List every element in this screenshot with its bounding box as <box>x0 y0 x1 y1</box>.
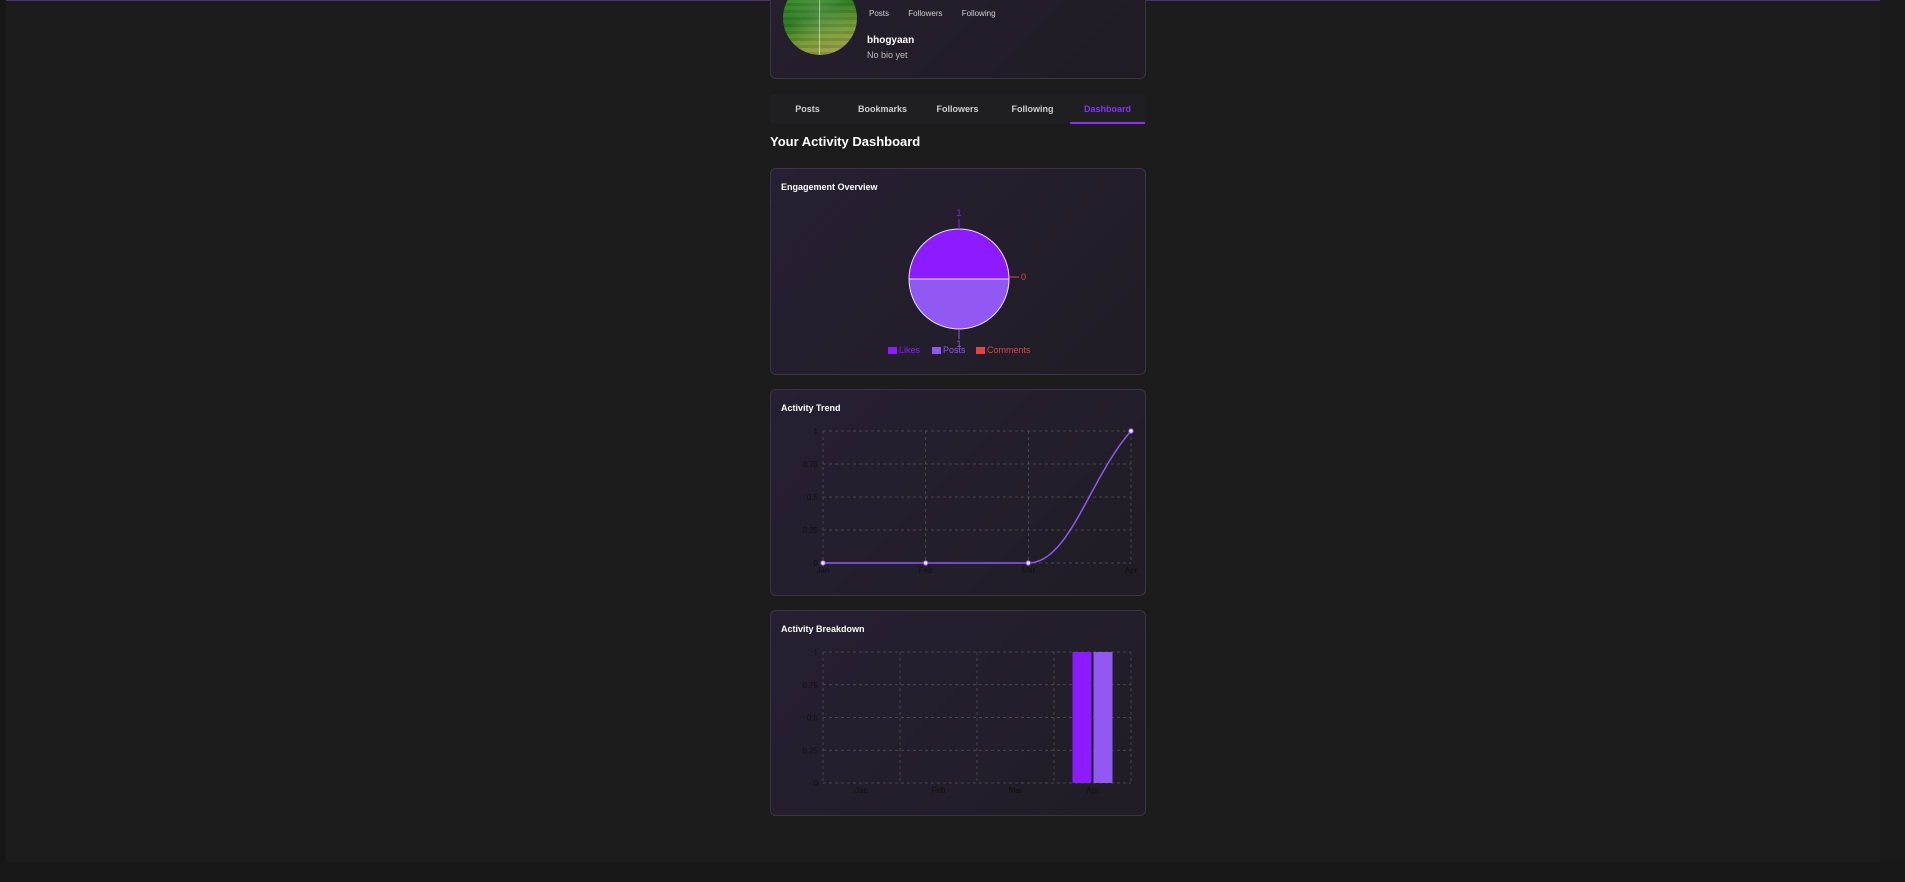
legend-swatch-comments <box>976 347 985 354</box>
trend-point-jan <box>820 560 826 566</box>
right-window-edge <box>1880 0 1905 882</box>
tab-followers[interactable]: Followers <box>920 94 995 124</box>
profile-tabs: Posts Bookmarks Followers Following Dash… <box>770 94 1146 124</box>
profile-stats: Posts Followers Following <box>869 9 1013 18</box>
trend-xtick-label: Apr <box>1125 566 1138 575</box>
trend-series-line <box>823 430 1132 564</box>
trend-ytick-label: 1 <box>814 427 819 436</box>
trend-point-mar <box>1025 560 1032 566</box>
trend-xtick-label: Mar <box>1021 566 1035 575</box>
breakdown-xtick-label: Mar <box>1009 786 1023 795</box>
trend-point-feb <box>922 560 929 566</box>
avatar[interactable] <box>783 0 857 55</box>
activity-breakdown-card: Activity Breakdown 0 0.25 0.5 0.75 1 Jan Feb Ma… <box>770 610 1146 816</box>
breakdown-bar-apr-1 <box>1072 652 1092 783</box>
trend-xtick-label: Feb <box>919 566 933 575</box>
legend-swatch-likes <box>888 347 897 354</box>
breakdown-ytick-label: 0.5 <box>807 714 819 723</box>
legend-label-comments: Comments <box>987 345 1031 355</box>
bottom-window-edge <box>0 862 1905 882</box>
engagement-pie-chart: 110Likes Posts Comments <box>888 208 1031 355</box>
breakdown-xtick-label: Feb <box>932 786 946 795</box>
legend-label-likes: Likes <box>899 345 921 355</box>
profile-bio: No bio yet <box>867 50 908 60</box>
trend-ytick-label: 0.25 <box>802 526 818 535</box>
tab-following[interactable]: Following <box>995 94 1070 124</box>
pie-data-label-likes: 1 <box>956 208 961 218</box>
profile-username: bhogyaan <box>867 35 915 46</box>
trend-ytick-label: 0.5 <box>807 493 819 502</box>
tab-dashboard[interactable]: Dashboard <box>1070 94 1145 124</box>
stat-followers-label[interactable]: Followers <box>908 9 942 18</box>
stat-following-label[interactable]: Following <box>962 9 996 18</box>
avatar-field-line <box>819 0 820 55</box>
breakdown-bar-apr-2 <box>1093 652 1113 783</box>
breakdown-ytick-label: 0 <box>814 779 819 788</box>
legend-swatch-posts <box>932 347 941 354</box>
trend-xtick-label: Jan <box>817 566 830 575</box>
breakdown-xtick-label: Jan <box>855 786 868 795</box>
tab-posts[interactable]: Posts <box>770 94 845 124</box>
activity-breakdown-chart: 0 0.25 0.5 0.75 1 Jan Feb Mar Apr <box>802 648 1132 795</box>
trend-ytick-label: 0.75 <box>802 460 818 469</box>
activity-trend-chart: 00.250.50.751Jan Feb Mar Apr <box>802 427 1138 575</box>
pie-data-label-comments: 0 <box>1021 272 1026 282</box>
stat-posts-label[interactable]: Posts <box>869 9 889 18</box>
profile-card: Posts Followers Following bhogyaan No bi… <box>770 0 1146 79</box>
tab-bookmarks[interactable]: Bookmarks <box>845 94 920 124</box>
breakdown-ytick-label: 0.25 <box>802 746 818 755</box>
engagement-overview-card: Engagement Overview 1 1 0 Likes Posts Comment… <box>770 168 1146 375</box>
trend-point-apr <box>1128 428 1134 434</box>
pie-slice-likes <box>908 228 1010 280</box>
dashboard-title: Your Activity Dashboard <box>770 134 921 149</box>
pie-slice-posts <box>908 278 1010 330</box>
breakdown-ytick-label: 0.75 <box>802 681 818 690</box>
breakdown-ytick-label: 1 <box>814 648 819 657</box>
activity-trend-card: Activity Trend 0 0.25 0.5 0.75 1 Jan Feb Mar Apr <box>770 389 1146 596</box>
legend-label-posts: Posts <box>943 345 966 355</box>
breakdown-xtick-label: Apr <box>1086 786 1099 795</box>
left-window-edge <box>0 0 6 882</box>
